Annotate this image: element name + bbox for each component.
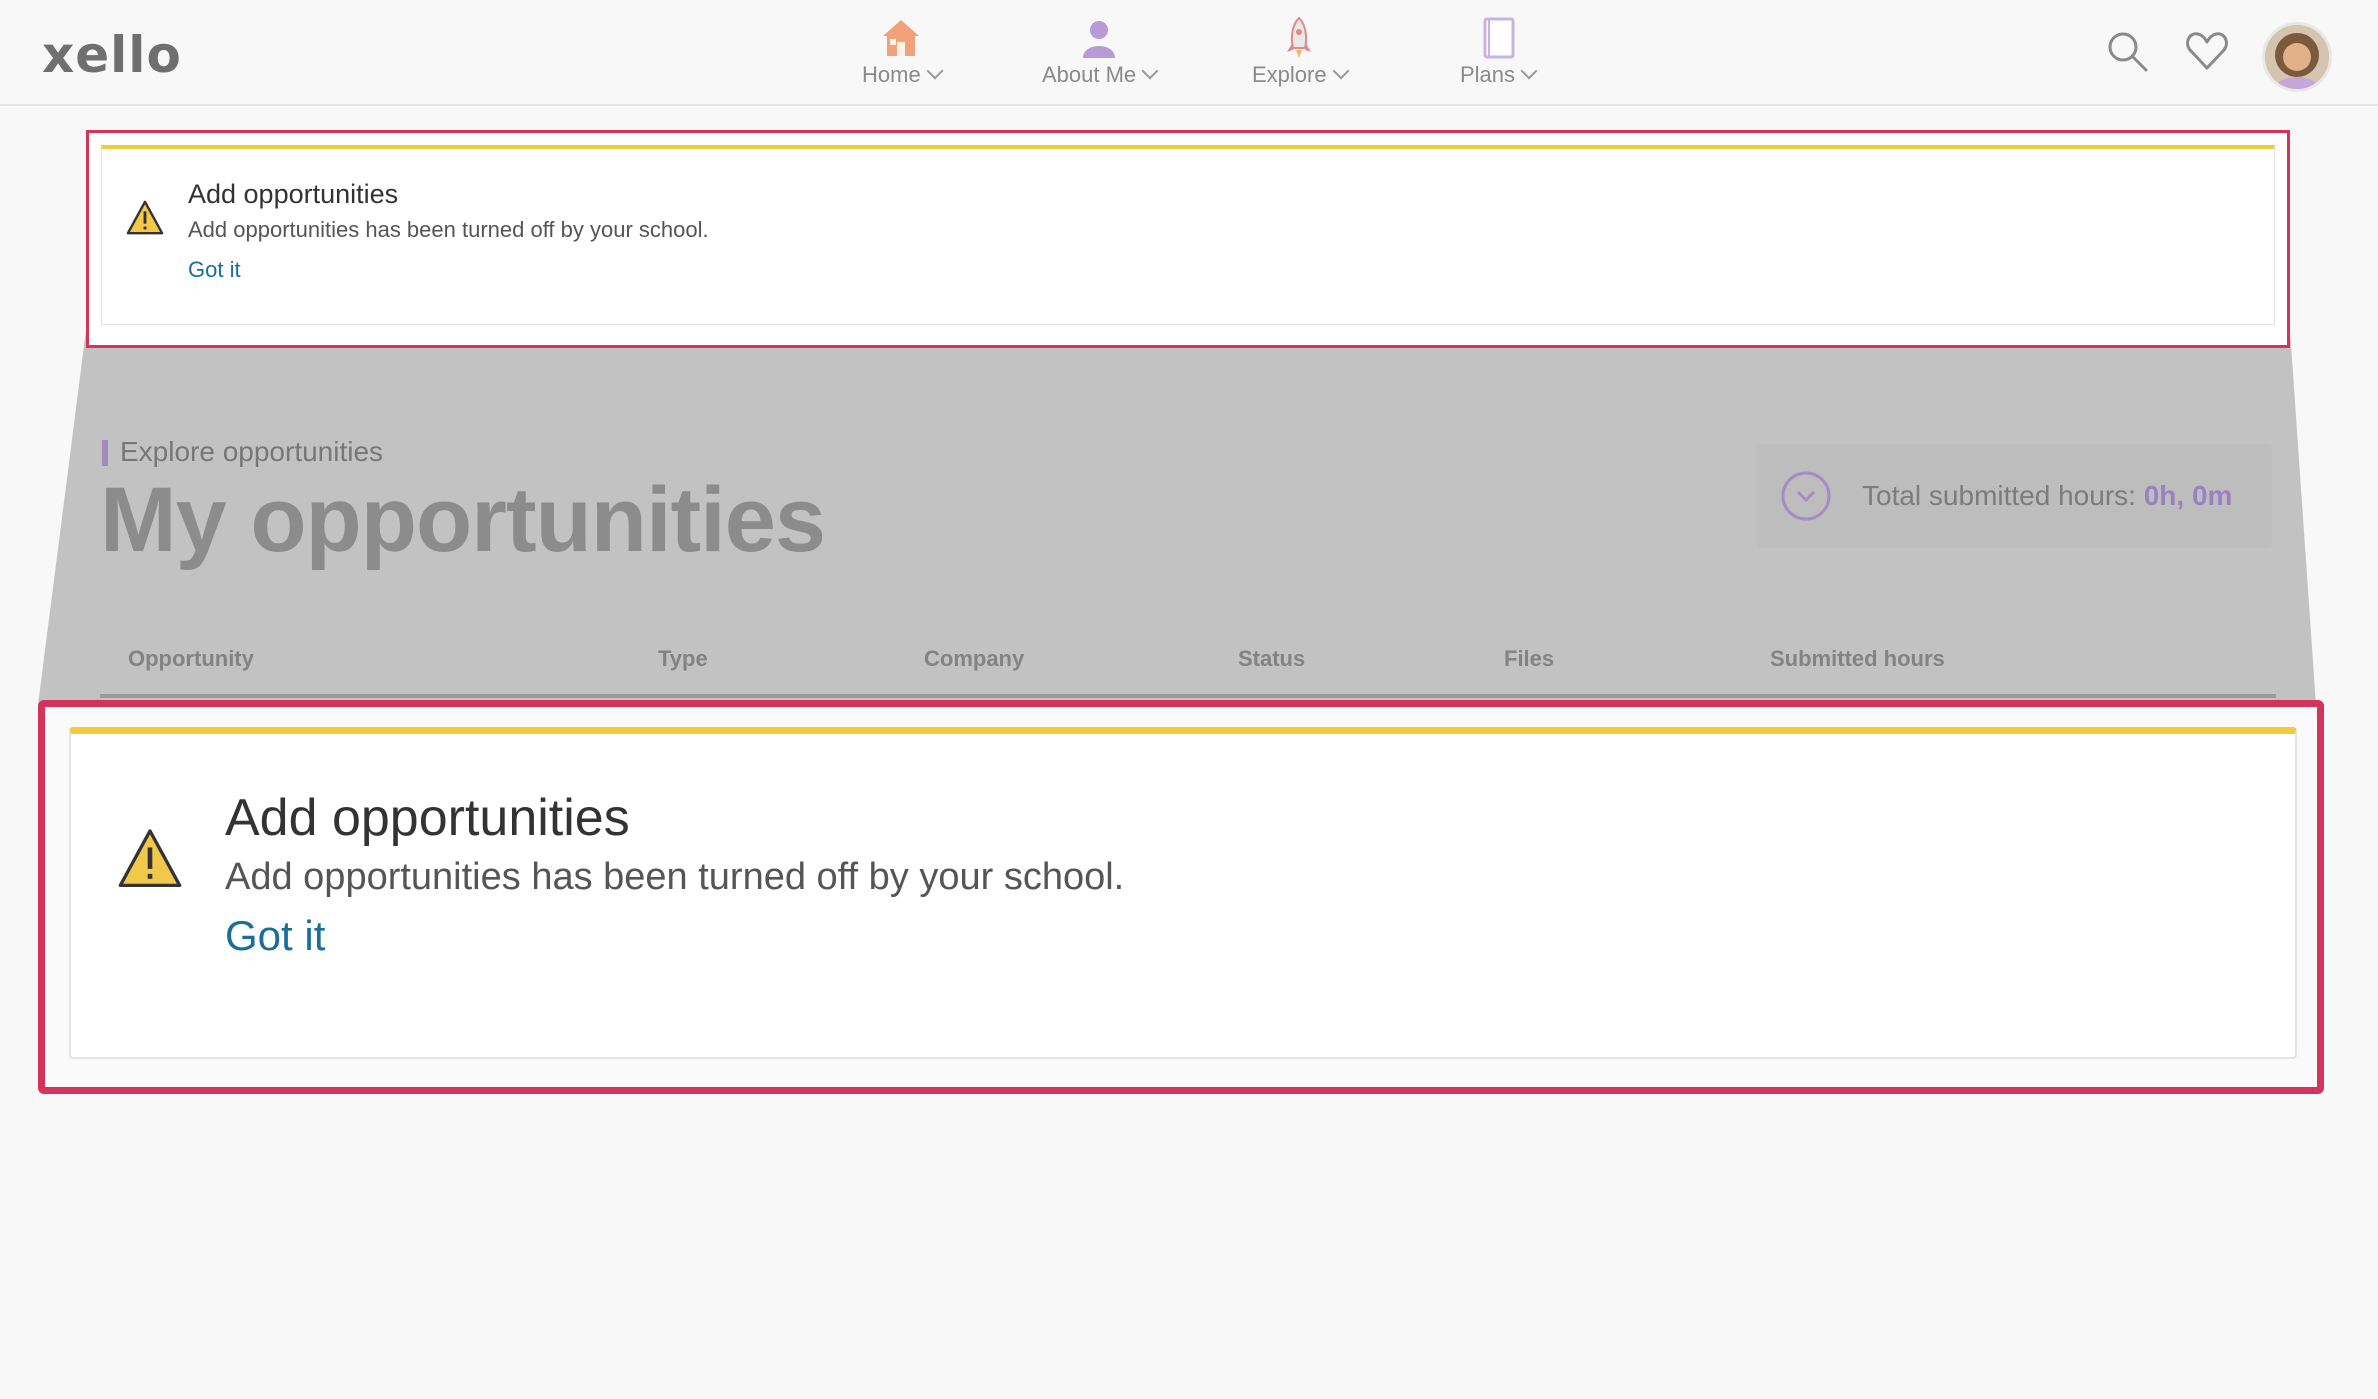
column-submitted-hours[interactable]: Submitted hours — [1770, 646, 1945, 672]
nav-explore-label: Explore — [1252, 62, 1327, 87]
page-title: My opportunities — [100, 469, 826, 571]
heart-icon[interactable] — [2184, 28, 2230, 74]
alert-title: Add opportunities — [188, 179, 399, 209]
search-icon[interactable] — [2104, 28, 2150, 74]
person-icon — [1083, 21, 1116, 58]
alert-message: Add opportunities has been turned off by… — [188, 217, 709, 242]
alert-banner: Add opportunities Add opportunities has … — [101, 145, 2275, 325]
chevron-down-icon — [1332, 62, 1350, 80]
hours-label: Total submitted hours: 0h, 0m — [1862, 480, 2233, 511]
alert-title: Add opportunities — [225, 789, 630, 847]
clock-icon — [1781, 471, 1831, 521]
hours-value: 0h, 0m — [2143, 480, 2233, 511]
alert-message: Add opportunities has been turned off by… — [225, 856, 1125, 898]
submitted-hours-box: Total submitted hours: 0h, 0m — [1756, 444, 2272, 548]
got-it-link[interactable]: Got it — [188, 257, 241, 283]
notebook-icon — [1483, 17, 1515, 59]
warning-icon — [118, 829, 182, 888]
avatar[interactable] — [2262, 22, 2332, 92]
nav-about-me-label: About Me — [1042, 62, 1137, 87]
chevron-down-icon — [926, 62, 944, 80]
nav-plans-label: Plans — [1460, 62, 1516, 87]
alert-banner-zoomed: Add opportunities Add opportunities has … — [69, 727, 2297, 1059]
nav-about-me[interactable]: About Me — [1042, 16, 1159, 96]
breadcrumb[interactable]: Explore opportunities — [102, 436, 383, 468]
rocket-icon — [1287, 16, 1312, 58]
column-status[interactable]: Status — [1238, 646, 1305, 672]
nav-home-label: Home — [862, 62, 921, 87]
chevron-down-icon — [1141, 62, 1159, 80]
top-navigation: xello Home About Me Explore Plans — [0, 0, 2378, 106]
column-opportunity[interactable]: Opportunity — [128, 646, 254, 672]
column-files[interactable]: Files — [1504, 646, 1554, 672]
xello-logo[interactable]: xello — [42, 26, 182, 84]
column-type[interactable]: Type — [658, 646, 708, 672]
column-company[interactable]: Company — [924, 646, 1024, 672]
nav-home[interactable]: Home — [862, 16, 944, 96]
highlighted-alert-original: Add opportunities Add opportunities has … — [86, 130, 2290, 348]
highlighted-alert-zoomed: Add opportunities Add opportunities has … — [38, 700, 2324, 1094]
home-icon — [883, 20, 920, 56]
nav-plans[interactable]: Plans — [1460, 16, 1538, 96]
got-it-link[interactable]: Got it — [225, 912, 325, 960]
chevron-down-icon — [1520, 62, 1538, 80]
warning-icon — [126, 200, 164, 235]
avatar-icon — [2265, 25, 2329, 89]
nav-explore[interactable]: Explore — [1252, 16, 1350, 96]
table-header: Opportunity Type Company Status Files Su… — [100, 636, 2276, 698]
